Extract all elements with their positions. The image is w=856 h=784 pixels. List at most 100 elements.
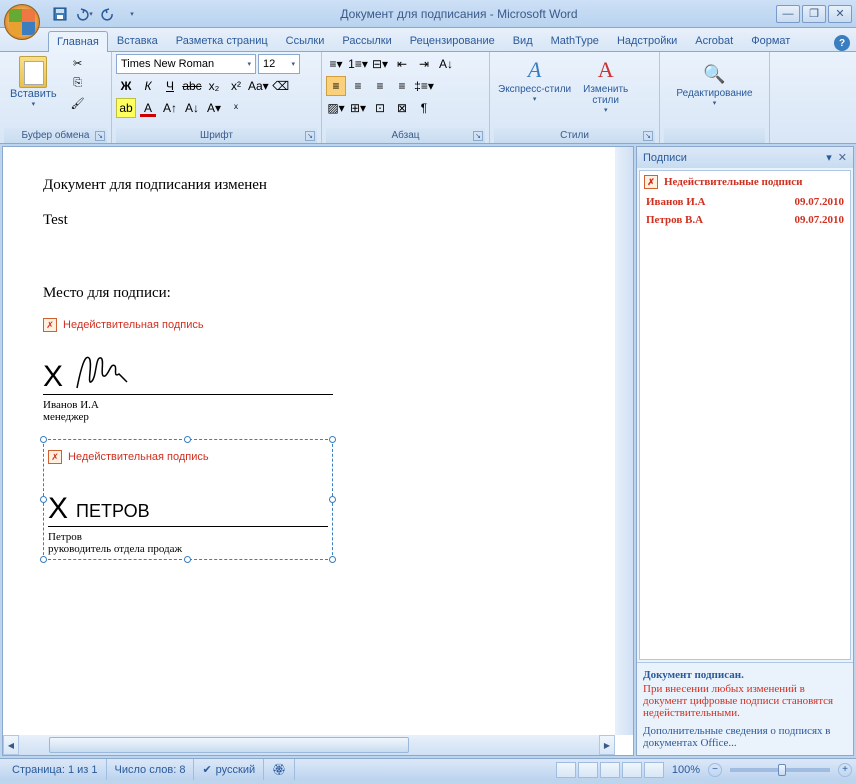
font-extra-button[interactable]: A▾ — [204, 98, 224, 118]
qat-customize-icon[interactable]: ▾ — [122, 4, 142, 24]
panel-body: ✗ Недействительные подписи Иванов И.А 09… — [639, 170, 851, 660]
tab-home[interactable]: Главная — [48, 31, 108, 52]
cut-icon[interactable]: ✂ — [67, 54, 89, 72]
view-fullscreen-button[interactable] — [578, 762, 598, 778]
subscript-button[interactable]: x₂ — [204, 76, 224, 96]
para-extra1-button[interactable]: ⊡ — [370, 98, 390, 118]
scroll-right-button[interactable]: ▶ — [599, 735, 615, 755]
tab-format[interactable]: Формат — [742, 30, 799, 51]
align-left-button[interactable]: ≡ — [326, 76, 346, 96]
zoom-thumb[interactable] — [778, 764, 786, 776]
status-signature-icon[interactable]: 🏵 — [264, 759, 295, 780]
panel-signature-row[interactable]: Петров В.А 09.07.2010 — [644, 211, 846, 229]
redo-icon[interactable] — [98, 4, 118, 24]
change-styles-button[interactable]: A Изменить стили ▾ — [579, 54, 632, 116]
increase-indent-button[interactable]: ⇥ — [414, 54, 434, 74]
undo-icon[interactable]: ▾ — [74, 4, 94, 24]
font-launcher[interactable]: ↘ — [305, 131, 315, 141]
panel-header: Подписи ▾ ✕ — [637, 147, 853, 168]
minimize-button[interactable]: — — [776, 5, 800, 23]
line-spacing-button[interactable]: ‡≡▾ — [414, 76, 434, 96]
tab-view[interactable]: Вид — [504, 30, 542, 51]
tab-page-layout[interactable]: Разметка страниц — [167, 30, 277, 51]
show-marks-button[interactable]: ¶ — [414, 98, 434, 118]
find-icon: 🔍 — [699, 60, 731, 88]
justify-button[interactable]: ≡ — [392, 76, 412, 96]
hscroll-track[interactable] — [19, 735, 599, 755]
multilevel-button[interactable]: ⊟▾ — [370, 54, 390, 74]
shading-button[interactable]: ▨▾ — [326, 98, 346, 118]
highlight-button[interactable]: ab — [116, 98, 136, 118]
help-icon[interactable]: ? — [834, 35, 850, 51]
underline-button[interactable]: Ч — [160, 76, 180, 96]
superscript-button[interactable]: x² — [226, 76, 246, 96]
view-web-button[interactable] — [600, 762, 620, 778]
paste-button[interactable]: Вставить ▾ — [4, 54, 63, 110]
quick-styles-button[interactable]: A Экспресс-стили ▾ — [494, 54, 575, 105]
maximize-button[interactable]: ❐ — [802, 5, 826, 23]
tab-references[interactable]: Ссылки — [277, 30, 334, 51]
tab-review[interactable]: Рецензирование — [401, 30, 504, 51]
italic-button[interactable]: К — [138, 76, 158, 96]
bold-button[interactable]: Ж — [116, 76, 136, 96]
panel-signature-row[interactable]: Иванов И.А 09.07.2010 — [644, 193, 846, 211]
change-case-button[interactable]: Aa▾ — [248, 76, 269, 96]
scroll-left-button[interactable]: ◀ — [3, 735, 19, 755]
grow-font-button[interactable]: A↑ — [160, 98, 180, 118]
tab-insert[interactable]: Вставка — [108, 30, 167, 51]
panel-close-icon[interactable]: ✕ — [838, 151, 847, 164]
view-outline-button[interactable] — [622, 762, 642, 778]
numbering-button[interactable]: 1≡▾ — [348, 54, 368, 74]
tab-mailings[interactable]: Рассылки — [333, 30, 400, 51]
para-extra2-button[interactable]: ⊠ — [392, 98, 412, 118]
editing-button[interactable]: 🔍 Редактирование ▾ — [672, 58, 756, 109]
horizontal-scrollbar[interactable]: ◀ ▶ — [3, 735, 615, 755]
format-painter-icon[interactable]: 🖌 — [67, 94, 89, 112]
tab-acrobat[interactable]: Acrobat — [686, 30, 742, 51]
group-label-editing — [664, 128, 765, 143]
hscroll-thumb[interactable] — [49, 737, 409, 753]
font-size-combo[interactable]: 12▾ — [258, 54, 300, 74]
zoom-level[interactable]: 100% — [672, 764, 700, 776]
tab-mathtype[interactable]: MathType — [542, 30, 608, 51]
zoom-in-button[interactable]: + — [838, 763, 852, 777]
status-page[interactable]: Страница: 1 из 1 — [4, 759, 107, 780]
align-right-button[interactable]: ≡ — [370, 76, 390, 96]
panel-row-date: 09.07.2010 — [795, 196, 845, 208]
strikethrough-button[interactable]: abc — [182, 76, 202, 96]
sort-button[interactable]: A↓ — [436, 54, 456, 74]
signature-2-name: Петров — [48, 531, 328, 543]
font-color-button[interactable]: A — [138, 98, 158, 118]
save-icon[interactable] — [50, 4, 70, 24]
view-print-layout-button[interactable] — [556, 762, 576, 778]
panel-menu-icon[interactable]: ▾ — [826, 151, 832, 164]
borders-button[interactable]: ⊞▾ — [348, 98, 368, 118]
font-name-combo[interactable]: Times New Roman▾ — [116, 54, 256, 74]
clear-formatting-button[interactable]: ⌫ — [271, 76, 291, 96]
vertical-scrollbar[interactable] — [615, 147, 633, 735]
view-draft-button[interactable] — [644, 762, 664, 778]
decrease-indent-button[interactable]: ⇤ — [392, 54, 412, 74]
styles-launcher[interactable]: ↘ — [643, 131, 653, 141]
status-word-count[interactable]: Число слов: 8 — [107, 759, 195, 780]
close-button[interactable]: ✕ — [828, 5, 852, 23]
paragraph-launcher[interactable]: ↘ — [473, 131, 483, 141]
clipboard-launcher[interactable]: ↘ — [95, 131, 105, 141]
signature-2-title: руководитель отдела продаж — [48, 543, 328, 555]
font-extra2-button[interactable]: ˣ — [226, 98, 246, 118]
office-button[interactable] — [4, 4, 40, 40]
shrink-font-button[interactable]: A↓ — [182, 98, 202, 118]
paste-label: Вставить — [10, 88, 57, 100]
zoom-slider[interactable] — [730, 768, 830, 772]
copy-icon[interactable]: ⎘ — [67, 74, 89, 92]
panel-footer-link[interactable]: Дополнительные сведения о подписях в док… — [643, 725, 847, 749]
bullets-button[interactable]: ≡▾ — [326, 54, 346, 74]
status-language[interactable]: ✔русский — [194, 759, 264, 780]
zoom-out-button[interactable]: − — [708, 763, 722, 777]
signature-2-invalid-badge: ✗ Недействительная подпись — [48, 450, 328, 464]
signature-box-1[interactable]: X Иванов И.А менеджер — [43, 338, 333, 423]
document-area[interactable]: Документ для подписания изменен Test Мес… — [2, 146, 634, 756]
signature-box-2[interactable]: ✗ Недействительная подпись X ПЕТРОВ Петр… — [43, 439, 333, 560]
tab-addins[interactable]: Надстройки — [608, 30, 686, 51]
align-center-button[interactable]: ≡ — [348, 76, 368, 96]
